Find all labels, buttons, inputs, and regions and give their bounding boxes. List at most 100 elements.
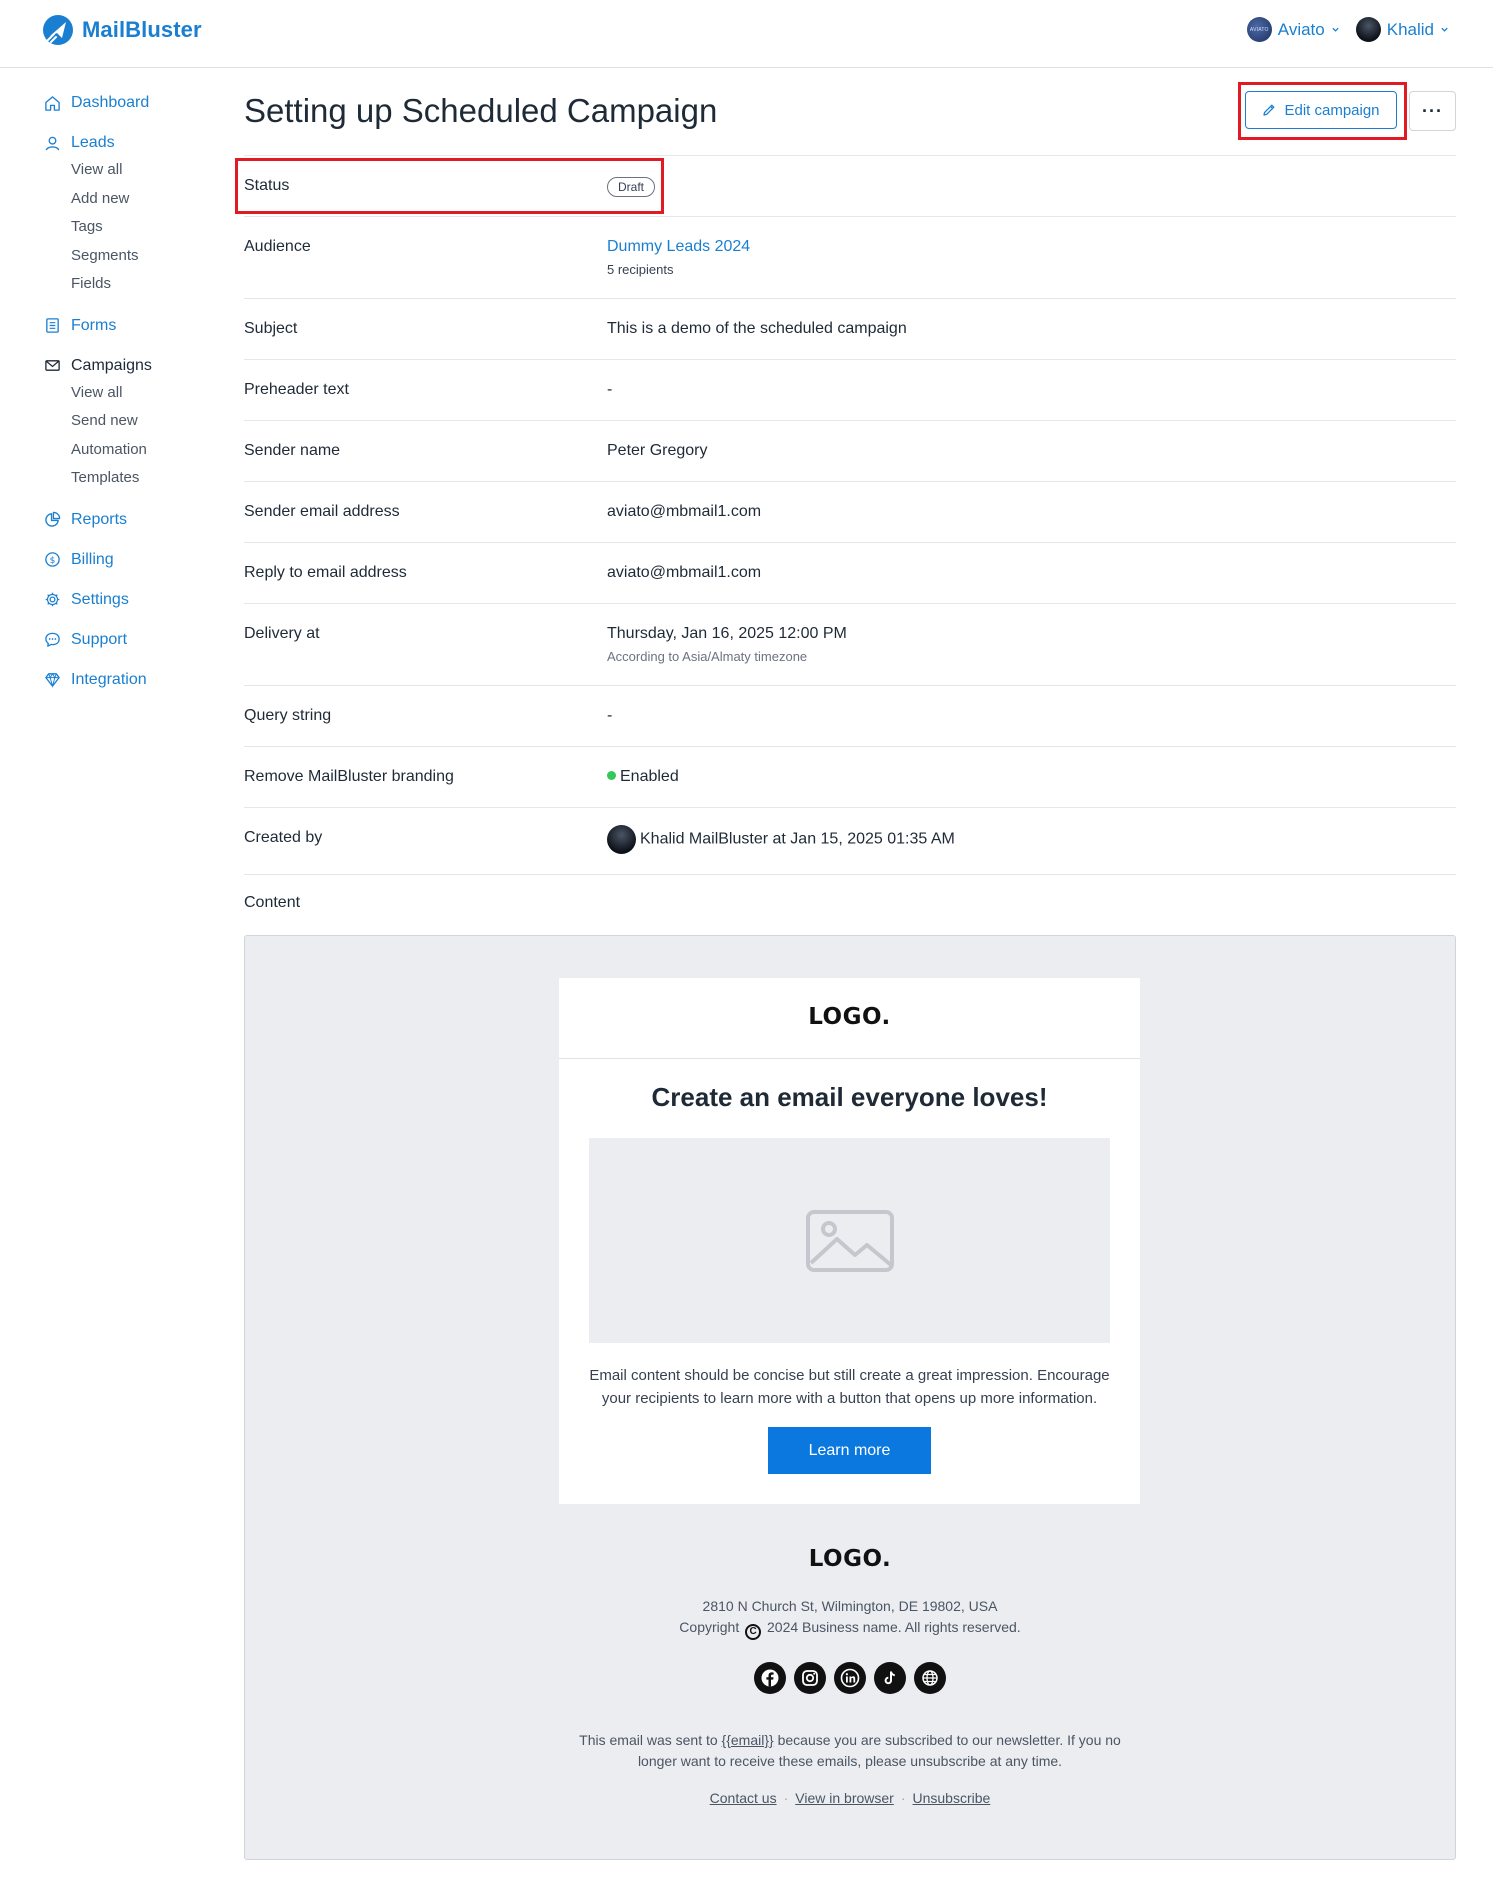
linkedin-icon[interactable] — [834, 1662, 866, 1694]
audience-link[interactable]: Dummy Leads 2024 — [607, 238, 750, 255]
email-logo: LOGO. — [808, 1004, 891, 1030]
facebook-icon[interactable] — [754, 1662, 786, 1694]
email-heading: Create an email everyone loves! — [651, 1082, 1048, 1112]
branding-label: Remove MailBluster branding — [244, 768, 454, 785]
org-name: Aviato — [1277, 19, 1325, 39]
audience-recipients: 5 recipients — [607, 262, 674, 277]
user-name: Khalid — [1386, 19, 1434, 39]
footer-note: This email was sent to {{email}} because… — [579, 1732, 1121, 1769]
copyright-icon: C — [745, 1624, 762, 1640]
detail-row-sender-email: Sender email address aviato@mbmail1.com — [244, 482, 1456, 543]
created-by-value: Khalid MailBluster at Jan 15, 2025 01:35… — [607, 825, 955, 854]
email-body-text: Email content should be concise but stil… — [589, 1367, 1110, 1407]
image-placeholder-icon — [805, 1209, 894, 1272]
detail-row-created-by: Created by Khalid MailBluster at Jan 15,… — [244, 808, 1456, 875]
user-menu[interactable]: Khalid — [1355, 17, 1449, 42]
leads-submenu: View all Add new Tags Segments Fields — [44, 156, 224, 299]
content-label: Content — [244, 894, 301, 911]
enabled-status-dot — [607, 771, 616, 780]
sidebar-item-settings[interactable]: Settings — [44, 587, 224, 613]
footer-logo: LOGO. — [808, 1546, 892, 1572]
sidebar: Dashboard Leads View all Add new Tags Se… — [44, 90, 224, 693]
edit-campaign-button[interactable]: Edit campaign — [1245, 91, 1397, 129]
sidebar-subitem-campaigns-templates[interactable]: Templates — [71, 464, 224, 493]
sidebar-subitem-leads-add-new[interactable]: Add new — [71, 185, 224, 214]
sidebar-item-dashboard[interactable]: Dashboard — [44, 90, 224, 116]
sidebar-subitem-leads-fields[interactable]: Fields — [71, 270, 224, 299]
sidebar-subitem-campaigns-view-all[interactable]: View all — [71, 379, 224, 408]
mailbluster-logo-icon — [43, 15, 73, 45]
dollar-circle-icon: $ — [45, 552, 60, 567]
reply-to-value: aviato@mbmail1.com — [607, 564, 762, 581]
detail-row-reply-to: Reply to email address aviato@mbmail1.co… — [244, 543, 1456, 604]
page-title: Setting up Scheduled Campaign — [244, 92, 718, 129]
branding-value: Enabled — [607, 768, 679, 786]
gear-icon — [45, 592, 60, 607]
brand-name: MailBluster — [82, 17, 202, 42]
status-badge: Draft — [607, 177, 656, 197]
detail-row-subject: Subject This is a demo of the scheduled … — [244, 299, 1456, 360]
delivery-label: Delivery at — [244, 625, 320, 642]
sidebar-subitem-campaigns-send-new[interactable]: Send new — [71, 407, 224, 436]
learn-more-button[interactable]: Learn more — [768, 1427, 931, 1474]
sender-name-label: Sender name — [244, 442, 341, 459]
sidebar-subitem-leads-view-all[interactable]: View all — [71, 156, 224, 185]
delivery-value: Thursday, Jan 16, 2025 12:00 PM Accordin… — [607, 625, 847, 664]
sidebar-item-billing[interactable]: $ Billing — [44, 547, 224, 573]
footer-copyright: Copyright C 2024 Business name. All righ… — [245, 1617, 1455, 1640]
instagram-icon[interactable] — [794, 1662, 826, 1694]
footer-links: Contact us · View in browser · Unsubscribe — [709, 1790, 991, 1806]
org-switcher[interactable]: AVIATO Aviato — [1246, 17, 1340, 42]
status-label: Status — [244, 177, 290, 194]
detail-row-sender-name: Sender name Peter Gregory — [244, 421, 1456, 482]
sender-email-label: Sender email address — [244, 503, 400, 520]
query-string-value: - — [607, 707, 613, 724]
detail-row-preheader: Preheader text - — [244, 360, 1456, 421]
sidebar-item-integration[interactable]: Integration — [44, 667, 224, 693]
unsubscribe-link[interactable]: Unsubscribe — [913, 1790, 991, 1806]
org-avatar: AVIATO — [1246, 17, 1272, 42]
sidebar-subitem-campaigns-automation[interactable]: Automation — [71, 436, 224, 465]
sidebar-item-support[interactable]: Support — [44, 627, 224, 653]
contact-us-link[interactable]: Contact us — [710, 1790, 777, 1806]
subject-label: Subject — [244, 320, 298, 337]
more-options-button[interactable]: ··· — [1409, 91, 1456, 131]
envelope-icon — [45, 360, 60, 371]
pencil-icon — [1263, 104, 1275, 116]
user-avatar — [1355, 17, 1381, 42]
brand-logo[interactable]: MailBluster — [42, 14, 202, 46]
sender-email-value: aviato@mbmail1.com — [607, 503, 762, 520]
sidebar-subitem-leads-tags[interactable]: Tags — [71, 213, 224, 242]
chevron-down-icon — [1332, 27, 1339, 32]
sidebar-item-campaigns[interactable]: Campaigns — [44, 353, 224, 379]
audience-label: Audience — [244, 238, 311, 255]
sidebar-subitem-leads-segments[interactable]: Segments — [71, 242, 224, 271]
sidebar-item-forms[interactable]: Forms — [44, 313, 224, 339]
sidebar-item-leads[interactable]: Leads — [44, 130, 224, 156]
email-preview: LOGO. Create an email everyone loves! Em… — [244, 935, 1456, 1860]
detail-row-delivery: Delivery at Thursday, Jan 16, 2025 12:00… — [244, 604, 1456, 686]
top-bar: MailBluster AVIATO Aviato Khalid — [0, 0, 1493, 68]
preheader-value: - — [607, 381, 613, 398]
globe-icon[interactable] — [914, 1662, 946, 1694]
creator-avatar — [607, 825, 636, 854]
home-icon — [45, 95, 60, 111]
tiktok-icon[interactable] — [874, 1662, 906, 1694]
sidebar-item-reports[interactable]: Reports — [44, 507, 224, 533]
sender-name-value: Peter Gregory — [607, 442, 708, 459]
view-in-browser-link[interactable]: View in browser — [795, 1790, 894, 1806]
status-value: Draft — [607, 177, 656, 197]
chat-bubble-icon — [45, 632, 60, 647]
query-string-label: Query string — [244, 707, 332, 724]
campaigns-submenu: View all Send new Automation Templates — [44, 379, 224, 493]
preheader-label: Preheader text — [244, 381, 349, 398]
detail-row-branding: Remove MailBluster branding Enabled — [244, 747, 1456, 808]
branding-status-text: Enabled — [620, 768, 679, 785]
detail-row-query-string: Query string - — [244, 686, 1456, 747]
user-icon — [45, 136, 60, 150]
chevron-down-icon — [1441, 27, 1448, 32]
detail-row-status: Status Draft — [244, 156, 1456, 217]
email-divider — [559, 1058, 1140, 1059]
delivery-datetime: Thursday, Jan 16, 2025 12:00 PM — [607, 625, 847, 642]
edit-campaign-label: Edit campaign — [1284, 101, 1380, 119]
